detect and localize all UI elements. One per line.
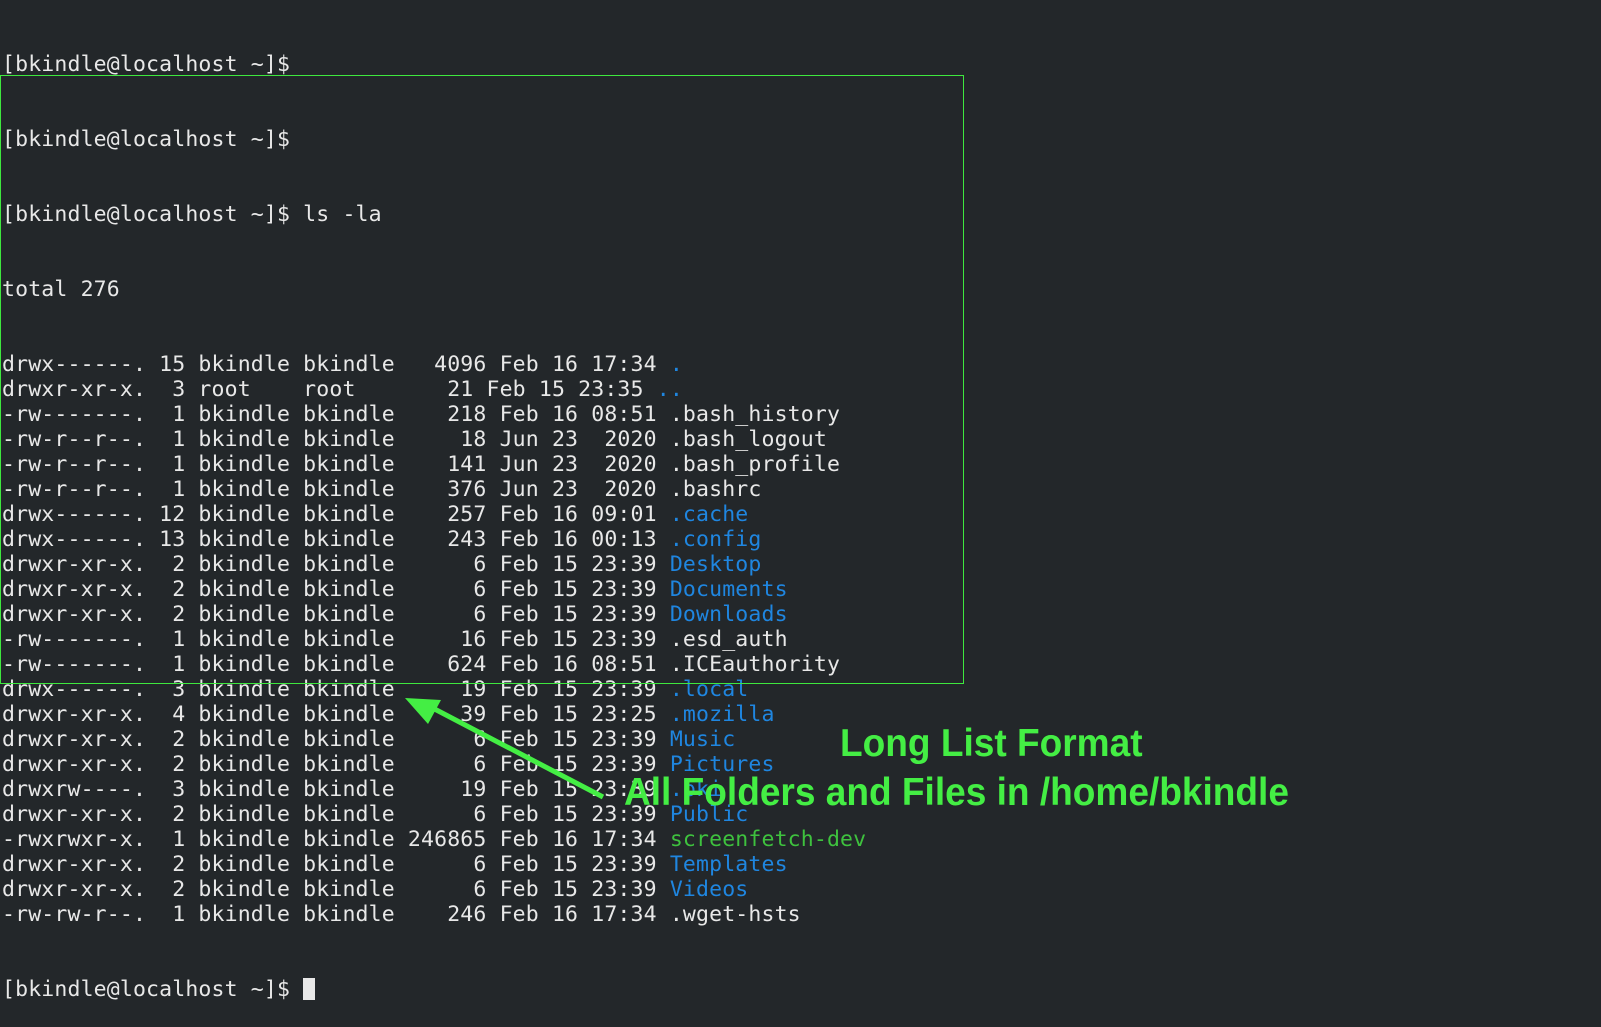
arrow-shaft: [423, 701, 605, 800]
file-attributes: -rw-rw-r--. 1 bkindle bkindle 246 Feb 16…: [2, 902, 670, 927]
active-prompt-line[interactable]: [bkindle@localhost ~]$: [2, 977, 866, 1002]
listing-row: -rw-rw-r--. 1 bkindle bkindle 246 Feb 16…: [2, 902, 866, 927]
arrow-icon: [405, 698, 605, 800]
annotation-subtitle: All Folders and Files in /home/bkindle: [624, 771, 1289, 814]
text-cursor: [303, 978, 316, 1000]
file-name: .wget-hsts: [669, 902, 801, 927]
annotation-title: Long List Format: [840, 722, 1143, 765]
prompt: [bkindle@localhost ~]$: [2, 977, 304, 1002]
